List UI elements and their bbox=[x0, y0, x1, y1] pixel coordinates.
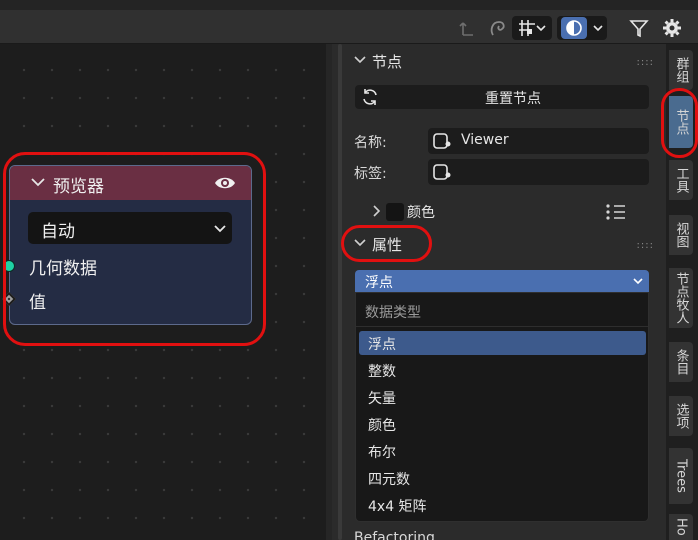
chevron-down-icon bbox=[536, 25, 546, 32]
menu-item-label: 4x4 矩阵 bbox=[368, 499, 427, 515]
collapse-chevron-icon[interactable] bbox=[30, 175, 46, 189]
filter-icon[interactable] bbox=[627, 16, 651, 40]
menu-item-integer[interactable]: 整数 bbox=[359, 358, 646, 382]
color-checkbox[interactable] bbox=[386, 203, 404, 221]
menu-item-vector[interactable]: 矢量 bbox=[359, 385, 646, 409]
parent-node-icon[interactable] bbox=[456, 16, 478, 40]
value-socket-row: 值 bbox=[1, 287, 251, 313]
node-panel-header[interactable]: 节点 :::: bbox=[344, 46, 660, 76]
name-field[interactable]: Viewer bbox=[428, 128, 649, 154]
chevron-down-icon bbox=[354, 239, 366, 247]
tab-label: 选项 bbox=[673, 403, 689, 429]
menu-item-label: 颜色 bbox=[368, 418, 396, 434]
editor-header bbox=[0, 0, 698, 44]
menu-item-label: 四元数 bbox=[368, 472, 410, 488]
snap-grid-icon bbox=[519, 20, 535, 36]
menu-item-float[interactable]: 浮点 bbox=[359, 331, 646, 355]
properties-panel-header[interactable]: 属性 :::: bbox=[344, 229, 660, 259]
data-type-select[interactable]: 浮点 bbox=[355, 270, 649, 292]
reset-node-button[interactable]: 重置节点 bbox=[355, 85, 649, 109]
tab-label: 视图 bbox=[673, 222, 689, 248]
menu-item-label: 矢量 bbox=[368, 391, 396, 407]
node-tag-icon bbox=[433, 133, 451, 149]
obscured-row-text: Befactoring bbox=[354, 530, 435, 540]
value-socket-label: 值 bbox=[29, 293, 46, 313]
node-tag-icon bbox=[433, 164, 451, 180]
tab-item[interactable]: 条目 bbox=[669, 342, 693, 382]
name-label: 名称: bbox=[354, 135, 387, 151]
menu-item-label: 布尔 bbox=[368, 445, 396, 461]
viewer-node[interactable]: 预览器 自动 几何数据 值 bbox=[1, 165, 252, 325]
snap-grid-dropdown[interactable] bbox=[512, 16, 552, 40]
geometry-socket[interactable] bbox=[3, 260, 15, 272]
link-icon[interactable] bbox=[486, 16, 510, 40]
label-label: 标签: bbox=[354, 166, 387, 182]
data-type-menu: 数据类型 浮点 整数 矢量 颜色 布尔 四元数 4x4 矩阵 bbox=[355, 292, 649, 522]
tab-node[interactable]: 节点 bbox=[669, 96, 693, 148]
domain-select-value: 自动 bbox=[41, 222, 75, 242]
gear-icon[interactable] bbox=[660, 16, 684, 40]
tab-label: 节点 bbox=[673, 109, 689, 135]
menu-item-boolean[interactable]: 布尔 bbox=[359, 439, 646, 463]
tab-trees[interactable]: Trees bbox=[669, 448, 693, 504]
menu-item-label: 浮点 bbox=[368, 337, 396, 353]
tab-group[interactable]: 群组 bbox=[669, 50, 693, 90]
overlay-dropdown[interactable] bbox=[557, 16, 607, 40]
node-header[interactable]: 预览器 bbox=[10, 166, 251, 200]
label-field[interactable] bbox=[428, 159, 649, 185]
properties-panel-title: 属性 bbox=[372, 236, 403, 254]
chevron-right-icon[interactable] bbox=[372, 205, 382, 217]
drag-grip-icon[interactable]: :::: bbox=[637, 240, 654, 251]
drag-grip-icon[interactable]: :::: bbox=[637, 57, 654, 68]
chevron-down-icon bbox=[354, 56, 366, 64]
color-label: 颜色 bbox=[407, 205, 435, 221]
tab-label: Ho bbox=[673, 518, 689, 536]
tab-label: 群组 bbox=[673, 57, 689, 83]
tab-label: 条目 bbox=[673, 349, 689, 375]
sidebar-scrollbar[interactable] bbox=[338, 44, 342, 540]
chevron-down-icon bbox=[214, 225, 226, 233]
chevron-down-icon bbox=[633, 278, 643, 285]
overlay-icon[interactable] bbox=[561, 17, 587, 39]
reset-node-label: 重置节点 bbox=[485, 91, 541, 107]
list-options-icon[interactable] bbox=[605, 203, 627, 221]
node-panel-title: 节点 bbox=[372, 53, 403, 71]
tab-ho[interactable]: Ho bbox=[669, 514, 693, 540]
geometry-socket-label: 几何数据 bbox=[29, 259, 97, 279]
menu-item-label: 整数 bbox=[368, 364, 396, 380]
menu-item-quaternion[interactable]: 四元数 bbox=[359, 466, 646, 490]
tab-label: 节点牧人 bbox=[673, 272, 689, 324]
chevron-down-icon bbox=[593, 25, 603, 32]
menu-title: 数据类型 bbox=[365, 305, 421, 321]
tab-tool[interactable]: 工具 bbox=[669, 160, 693, 200]
menu-item-matrix[interactable]: 4x4 矩阵 bbox=[359, 493, 646, 517]
refresh-icon bbox=[363, 89, 377, 105]
data-type-value: 浮点 bbox=[365, 275, 393, 291]
tab-label: Trees bbox=[673, 459, 689, 493]
node-title: 预览器 bbox=[53, 177, 104, 197]
eye-icon[interactable] bbox=[214, 174, 236, 192]
tab-view[interactable]: 视图 bbox=[669, 215, 693, 255]
domain-select[interactable]: 自动 bbox=[28, 212, 232, 244]
menu-separator bbox=[356, 326, 648, 327]
tab-label: 工具 bbox=[673, 167, 689, 193]
menu-item-color[interactable]: 颜色 bbox=[359, 412, 646, 436]
header-top-strip bbox=[0, 0, 698, 10]
tab-options[interactable]: 选项 bbox=[669, 396, 693, 436]
tab-node-wrangler[interactable]: 节点牧人 bbox=[669, 268, 693, 328]
geometry-socket-row: 几何数据 bbox=[3, 253, 251, 279]
name-value: Viewer bbox=[461, 132, 509, 148]
